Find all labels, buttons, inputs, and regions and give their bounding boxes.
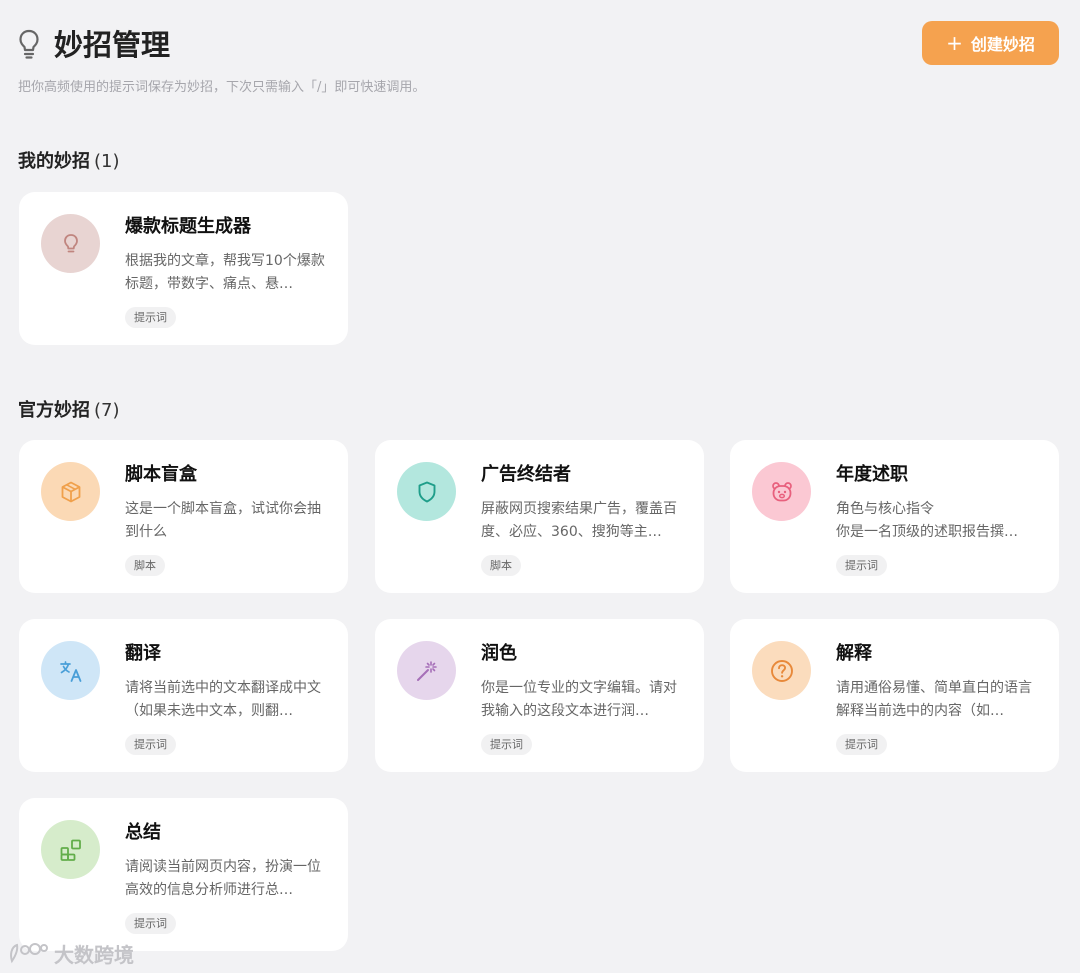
card-title: 广告终结者 xyxy=(481,464,571,485)
create-button-label: 创建妙招 xyxy=(970,35,1035,54)
card-title: 润色 xyxy=(481,643,517,664)
tip-card-polish[interactable]: 润色 你是一位专业的文字编辑。请对我输入的这段文本进行润… 提示词 xyxy=(375,619,704,772)
card-title: 翻译 xyxy=(125,643,161,664)
tip-card-translate[interactable]: 翻译 请将当前选中的文本翻译成中文（如果未选中文本，则翻… 提示词 xyxy=(19,619,348,772)
card-title: 解释 xyxy=(836,643,872,664)
my-section-label: 我的妙招 xyxy=(18,151,90,172)
watermark: 大数跨境 xyxy=(8,938,134,968)
card-tag: 提示词 xyxy=(836,734,887,755)
official-section-count: (7) xyxy=(94,400,120,421)
card-description: 角色与核心指令 你是一名顶级的述职报告撰… xyxy=(836,501,1018,540)
lightbulb-icon xyxy=(19,29,39,59)
card-tag: 脚本 xyxy=(481,555,521,576)
card-tag: 提示词 xyxy=(125,307,176,328)
tip-card-headline-generator[interactable]: 爆款标题生成器 根据我的文章，帮我写10个爆款标题，带数字、痛点、悬… 提示词 xyxy=(19,192,348,345)
card-description: 请用通俗易懂、简单直白的语言解释当前选中的内容（如… xyxy=(836,680,1032,719)
tip-card-ad-terminator[interactable]: 广告终结者 屏蔽网页搜索结果广告，覆盖百度、必应、360、搜狗等主… 脚本 xyxy=(375,440,704,593)
tip-card-summary[interactable]: 总结 请阅读当前网页内容，扮演一位高效的信息分析师进行总… 提示词 xyxy=(19,798,348,951)
tip-card-annual-report[interactable]: 年度述职 角色与核心指令 你是一名顶级的述职报告撰… 提示词 xyxy=(730,440,1059,593)
page: 妙招管理 把你高频使用的提示词保存为妙招，下次只需输入「/」即可快速调用。 + … xyxy=(0,0,1080,973)
magic-wand-icon xyxy=(416,660,437,681)
card-description: 这是一个脚本盲盒，试试你会抽到什么 xyxy=(125,501,321,540)
card-avatar xyxy=(41,641,100,700)
create-tip-button[interactable]: + 创建妙招 xyxy=(922,21,1059,65)
card-avatar xyxy=(752,641,811,700)
tip-card-script-blind-box[interactable]: 脚本盲盒 这是一个脚本盲盒，试试你会抽到什么 脚本 xyxy=(19,440,348,593)
watermark-text: 大数跨境 xyxy=(54,942,134,967)
card-tag: 提示词 xyxy=(836,555,887,576)
logo-icon xyxy=(10,943,48,964)
official-section-title: 官方妙招 (7) xyxy=(18,399,120,423)
card-title: 总结 xyxy=(125,822,161,843)
translate-icon xyxy=(59,660,81,682)
card-avatar xyxy=(41,462,100,521)
card-title: 脚本盲盒 xyxy=(125,464,197,485)
card-tag: 提示词 xyxy=(125,913,176,934)
card-description: 请阅读当前网页内容，扮演一位高效的信息分析师进行总… xyxy=(125,859,321,898)
card-tag: 脚本 xyxy=(125,555,165,576)
card-avatar xyxy=(397,462,456,521)
shield-icon xyxy=(418,481,435,502)
card-description: 请将当前选中的文本翻译成中文（如果未选中文本，则翻… xyxy=(125,680,321,719)
box-icon xyxy=(61,481,80,502)
tip-card-explain[interactable]: 解释 请用通俗易懂、简单直白的语言解释当前选中的内容（如… 提示词 xyxy=(730,619,1059,772)
my-section-title: 我的妙招 (1) xyxy=(18,150,120,174)
card-description: 根据我的文章，帮我写10个爆款标题，带数字、痛点、悬… xyxy=(125,253,325,292)
page-subtitle: 把你高频使用的提示词保存为妙招，下次只需输入「/」即可快速调用。 xyxy=(18,80,426,95)
question-icon xyxy=(770,659,793,682)
page-title: 妙招管理 xyxy=(54,28,171,62)
my-section-count: (1) xyxy=(94,151,120,172)
lightbulb-icon xyxy=(63,233,78,252)
card-tag: 提示词 xyxy=(125,734,176,755)
card-tag: 提示词 xyxy=(481,734,532,755)
card-description: 你是一位专业的文字编辑。请对我输入的这段文本进行润… xyxy=(481,680,677,719)
card-avatar xyxy=(41,820,100,879)
plus-icon: + xyxy=(946,31,963,55)
card-title: 爆款标题生成器 xyxy=(125,216,251,237)
bear-icon xyxy=(771,481,792,501)
card-avatar xyxy=(752,462,811,521)
card-avatar xyxy=(41,214,100,273)
official-section-label: 官方妙招 xyxy=(18,400,90,421)
card-avatar xyxy=(397,641,456,700)
card-title: 年度述职 xyxy=(836,464,908,485)
card-description: 屏蔽网页搜索结果广告，覆盖百度、必应、360、搜狗等主… xyxy=(481,501,677,540)
grid-icon xyxy=(60,839,81,861)
